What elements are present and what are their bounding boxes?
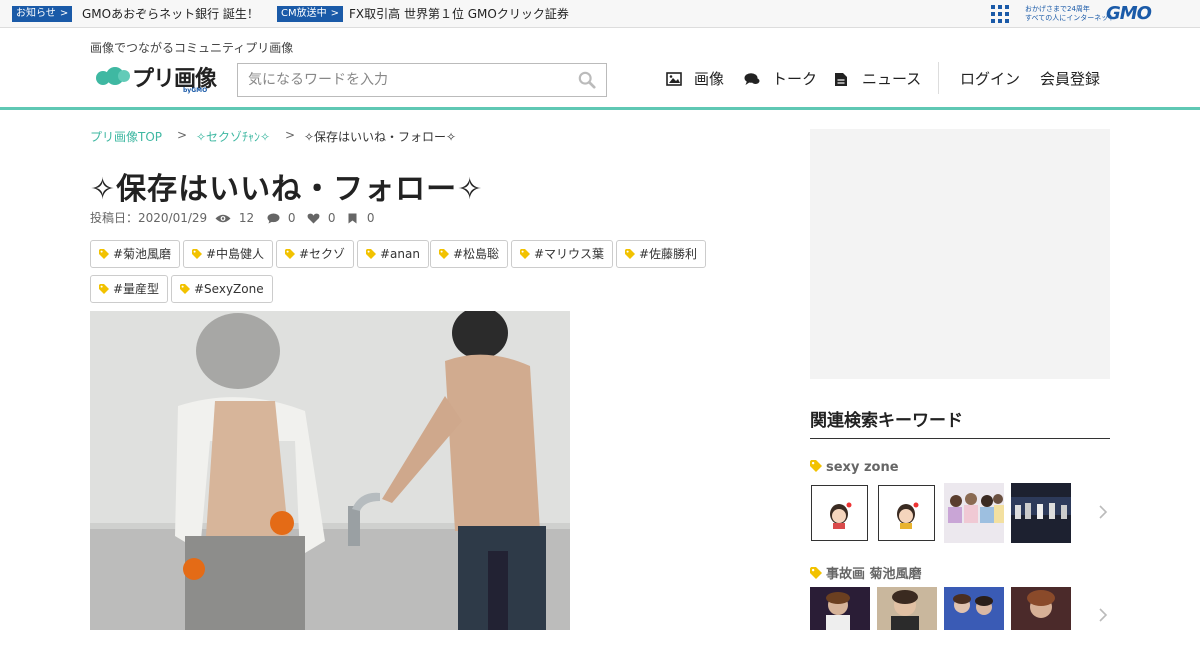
search-icon[interactable] — [578, 71, 596, 89]
logo-mark-icon — [96, 67, 130, 85]
tag-icon — [810, 567, 822, 579]
breadcrumb-current: ✧保存はいいね・フォロー✧ — [304, 130, 457, 144]
nav-talk[interactable]: トーク — [744, 69, 817, 89]
view-count: 12 — [215, 211, 254, 225]
thumbnail-image — [1011, 483, 1071, 543]
search-input[interactable] — [238, 64, 558, 96]
chevron-right-icon[interactable] — [1097, 504, 1109, 520]
top-news-bar: お知らせ > GMOあおぞらネット銀行 誕生！ CM放送中 > FX取引高 世界第１… — [0, 0, 1200, 28]
document-icon — [835, 73, 847, 86]
tag-chip[interactable]: #anan — [357, 240, 429, 268]
tag-icon — [285, 249, 295, 259]
tag-icon — [366, 249, 376, 259]
keyword-thumbnail[interactable] — [1011, 483, 1071, 543]
tag-icon — [99, 284, 109, 294]
chevron-right-icon[interactable] — [1097, 607, 1109, 623]
thumbnail-image — [944, 587, 1004, 630]
bookmark-icon — [348, 213, 357, 224]
chat-icon — [744, 73, 760, 85]
like-count: 0 — [307, 211, 335, 225]
comment-icon — [267, 213, 280, 224]
breadcrumb-separator: > — [285, 128, 296, 142]
comment-count: 0 — [267, 211, 295, 225]
tag-icon — [625, 249, 635, 259]
thumbnail-image — [812, 486, 867, 540]
logo-by-gmo: byGMO — [183, 87, 208, 94]
thumbnail-image — [879, 486, 934, 540]
heart-icon — [307, 213, 320, 224]
tag-chip[interactable]: #SexyZone — [171, 275, 273, 303]
tag-chip[interactable]: #菊池風磨 — [90, 240, 181, 268]
register-link[interactable]: 会員登録 — [1040, 69, 1104, 89]
breadcrumb-home[interactable]: プリ画像TOP — [90, 128, 162, 145]
notice-badge[interactable]: お知らせ > — [12, 6, 73, 22]
keyword-thumbnail[interactable] — [944, 587, 1004, 647]
tag-chip[interactable]: #量産型 — [90, 275, 169, 303]
site-header: 画像でつながるコミュニティプリ画像 プリ画像 byGMO 画像 トーク — [0, 28, 1200, 110]
tag-chip[interactable]: #セクゾ — [276, 240, 355, 268]
gmo-services-grid-icon[interactable] — [991, 5, 1011, 23]
ad-placeholder[interactable] — [810, 129, 1110, 379]
tag-chip[interactable]: #中島健人 — [183, 240, 274, 268]
site-tagline: 画像でつながるコミュニティプリ画像 — [90, 41, 294, 55]
keyword-thumbnail[interactable] — [811, 485, 868, 541]
page-title: ✧保存はいいね・フォロー✧ — [90, 172, 484, 207]
tag-icon — [180, 284, 190, 294]
cm-badge[interactable]: CM放送中 > — [277, 6, 344, 22]
tag-chip[interactable]: #佐藤勝利 — [616, 240, 707, 268]
nav-divider — [938, 62, 939, 94]
image-icon — [666, 72, 682, 86]
post-image[interactable] — [90, 311, 570, 630]
keyword-thumbnail[interactable] — [810, 587, 870, 647]
post-photo-illustration — [90, 311, 570, 630]
thumbnail-image — [810, 587, 870, 630]
related-keywords-heading: 関連検索キーワード — [810, 411, 963, 431]
tag-icon — [810, 460, 822, 472]
keyword-thumbnail[interactable] — [878, 485, 935, 541]
keyword-thumbnail[interactable] — [944, 483, 1004, 543]
thumbnail-image — [944, 483, 1004, 543]
cm-link[interactable]: FX取引高 世界第１位 GMOクリック証券 — [349, 6, 569, 22]
thumbnail-image — [877, 587, 937, 630]
nav-news[interactable]: ニュース — [834, 69, 924, 89]
bookmark-count: 0 — [348, 211, 374, 225]
tag-icon — [192, 249, 202, 259]
keyword-thumbnail[interactable] — [877, 587, 937, 647]
keyword-link[interactable]: 事故画 菊池風磨 — [810, 563, 922, 582]
nav-images[interactable]: 画像 — [666, 69, 726, 89]
thumbnail-image — [1011, 587, 1071, 630]
gmo-logo[interactable]: GMO — [1106, 3, 1152, 24]
search-box — [237, 63, 607, 97]
breadcrumb-separator: > — [177, 128, 188, 142]
post-date: 投稿日：2020/01/29 — [90, 211, 208, 225]
tag-icon — [99, 249, 109, 259]
keyword-link[interactable]: sexy zone — [810, 460, 899, 475]
keyword-thumbnail[interactable] — [1011, 587, 1071, 647]
tag-icon — [520, 249, 530, 259]
notice-link[interactable]: GMOあおぞらネット銀行 誕生！ — [82, 6, 259, 22]
heading-underline — [810, 438, 1110, 439]
tag-chip[interactable]: #松島聡 — [430, 240, 509, 268]
tag-chip[interactable]: #マリウス葉 — [511, 240, 614, 268]
gmo-tagline: おかげさまで24周年 すべての人にインターネット — [1025, 5, 1116, 22]
tag-icon — [439, 249, 449, 259]
eye-icon — [215, 214, 231, 223]
breadcrumb-category[interactable]: ✧セクゾﾁｬﾝ✧ — [196, 128, 270, 145]
